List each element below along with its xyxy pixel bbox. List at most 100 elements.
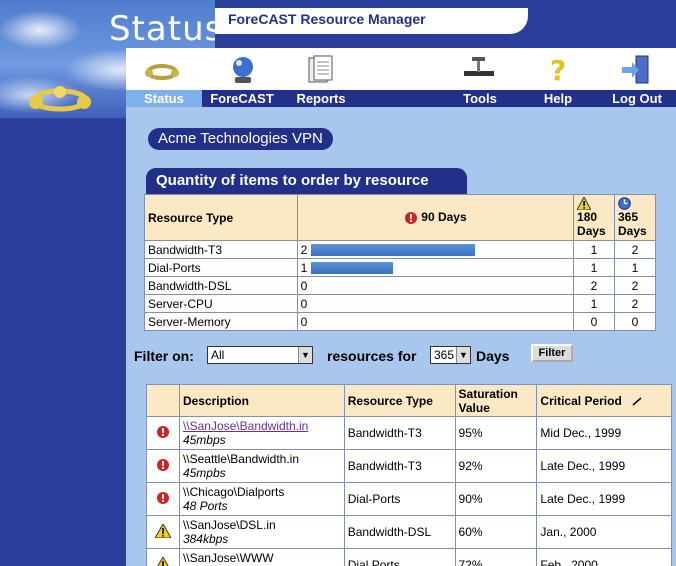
resource-type-cell: Bandwidth-T3 [343,449,456,483]
resource-row[interactable]: \\SanJose\DSL.in 384kbps Bandwidth-DSL 60% J… [146,515,672,549]
saturation-cell: 92% [454,449,538,483]
col-saturation: Saturation Value [454,384,538,417]
critical-period-cell: Late Dec., 1999 [536,482,672,516]
warning-icon [577,197,592,210]
warning-icon [156,555,169,566]
days-90-cell: 0 [296,312,575,331]
resource-type-cell: Dial-Ports [144,258,298,277]
critical-period-cell: Jan., 2000 [536,515,672,549]
days-90-bar [310,262,393,275]
critical-icon [156,458,169,471]
resource-capacity: 45mpbs [182,466,226,480]
resource-path: \\SanJose\WWW [182,551,274,565]
days-90-cell: 0 [296,276,575,295]
nav-help[interactable]: Help [518,90,598,107]
days-select[interactable]: 365 ▼ [430,346,471,364]
days-label: Days [476,348,510,364]
days-select-value: 365 [434,348,455,362]
svg-text:?: ? [550,54,566,86]
tools-icon[interactable] [462,54,496,86]
filter-select[interactable]: All ▼ [207,346,313,364]
warning-icon [154,522,172,538]
nav-bar: Status ForeCAST Reports Tools Help Log O… [126,90,676,107]
resource-type-cell: Dial-Ports [343,482,456,516]
quantity-table: Resource Type 90 Days 180 Days 365 Days [144,194,656,331]
resource-type-cell: Bandwidth-DSL [343,515,456,549]
resource-path: \\SanJose\DSL.in [182,518,276,532]
icon-strip [126,48,676,90]
resource-type-cell: Server-CPU [144,294,298,313]
days-90-value: 0 [300,278,308,293]
days-365-cell: 2 [614,276,656,295]
resource-capacity: 384kbps [182,532,229,546]
quantity-row: Dial-Ports 1 11 [144,258,656,277]
quantity-row: Server-CPU 0 12 [144,294,656,313]
nav-status[interactable]: Status [126,90,202,107]
clock-icon [618,197,631,210]
resource-row[interactable]: \\SanJose\WWW4 CPUDial Ports72%Feb., 200… [146,548,672,566]
col-critical-period[interactable]: Critical Period [536,384,672,417]
description-cell[interactable]: \\SanJose\Bandwidth.in 45mbps [178,416,345,450]
resource-type-cell: Bandwidth-T3 [144,240,298,259]
help-icon[interactable]: ? [541,54,575,86]
nav-logout[interactable]: Log Out [598,90,676,107]
resource-capacity: 45mbps [182,433,226,447]
severity-cell [146,416,180,450]
days-180-cell: 1 [573,294,615,313]
days-90-value: 2 [300,242,308,257]
crystal-ball-icon[interactable] [226,54,260,86]
col-severity [146,384,180,417]
col-description: Description [178,384,345,417]
severity-cell [146,548,180,566]
filter-select-value: All [211,348,225,362]
nav-forecast[interactable]: ForeCAST [202,90,282,107]
days-90-cell: 2 [296,240,575,259]
col-resource-type: Resource Type [343,384,456,417]
reports-icon[interactable] [303,54,337,86]
saturation-cell: 60% [454,515,538,549]
handshake-icon[interactable] [145,54,179,86]
resources-table: Description Resource Type Saturation Val… [146,384,672,566]
resource-type-cell: Dial Ports [343,548,456,566]
days-90-bar [310,244,475,257]
filter-label: Filter on: [134,348,194,364]
days-180-cell: 1 [573,258,615,277]
days-90-value: 0 [300,314,308,329]
description-cell: \\SanJose\WWW4 CPU [178,548,345,566]
saturation-cell: 72% [454,548,538,566]
severity-cell [146,515,180,549]
filter-row: Filter on: All ▼ resources for 365 ▼ Day… [134,344,674,366]
days-90-value: 0 [300,296,308,311]
days-365-cell: 1 [614,258,656,277]
nav-tools[interactable]: Tools [442,90,518,107]
chevron-down-icon[interactable]: ▼ [298,347,312,363]
resource-row[interactable]: \\Chicago\Dialports 48 Ports Dial-Ports 90%… [146,482,672,516]
days-365-label: 365 Days [618,210,647,238]
description-cell: \\SanJose\DSL.in 384kbps [178,515,345,549]
sort-icon[interactable] [631,396,643,406]
resource-row[interactable]: \\SanJose\Bandwidth.in 45mbps Bandwidth-T3… [146,416,672,450]
resource-type-cell: Server-Memory [144,312,298,331]
chevron-down-icon[interactable]: ▼ [456,347,470,363]
description-cell: \\Chicago\Dialports 48 Ports [178,482,345,516]
nav-reports[interactable]: Reports [282,90,360,107]
resource-path[interactable]: \\SanJose\Bandwidth.in [183,419,341,433]
resource-row[interactable]: \\Seattle\Bandwidth.in 45mpbs Bandwidth-T3… [146,449,672,483]
logout-icon[interactable] [620,54,654,86]
critical-icon [156,425,169,438]
saturation-cell: 95% [454,416,538,450]
vpn-label: Acme Technologies VPN [148,128,333,150]
description-cell: \\Seattle\Bandwidth.in 45mpbs [178,449,345,483]
quantity-row: Bandwidth-DSL 0 22 [144,276,656,295]
days-180-cell: 0 [573,312,615,331]
resource-type-cell: Bandwidth-T3 [343,416,456,450]
col-365-days: 365 Days [614,194,656,241]
filter-button[interactable]: Filter [531,344,573,362]
quantity-row: Bandwidth-T3 2 12 [144,240,656,259]
days-90-value: 1 [300,260,308,275]
handshake-logo-icon [29,86,91,112]
section-title: Status [109,9,224,49]
days-90-label: 90 Days [421,210,467,225]
col-180-days: 180 Days [573,194,615,241]
app-title: ForeCAST Resource Manager [228,11,426,27]
